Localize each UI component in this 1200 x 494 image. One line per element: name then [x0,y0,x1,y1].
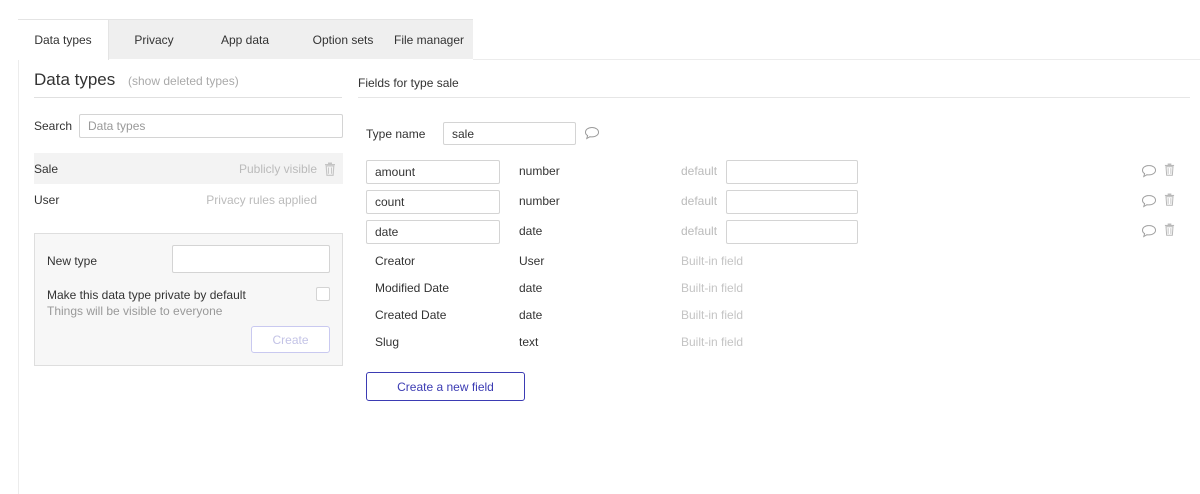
private-by-default-checkbox[interactable] [316,287,330,301]
tab-privacy[interactable]: Privacy [118,20,190,60]
type-name-label: Type name [366,127,426,141]
private-by-default-hint: Things will be visible to everyone [47,304,223,318]
create-type-button[interactable]: Create [251,326,330,353]
data-type-row-sale[interactable]: Sale Publicly visible [34,153,343,184]
comment-icon[interactable] [584,126,600,140]
builtin-field-type: User [519,254,545,268]
create-new-field-button[interactable]: Create a new field [366,372,525,401]
tab-app-data[interactable]: App data [211,20,279,60]
tabs-divider [473,59,1200,60]
field-name-input-count[interactable] [366,190,500,214]
builtin-field-note: Built-in field [681,281,744,295]
field-type: date [519,224,543,238]
builtin-field-name: Modified Date [375,281,450,295]
field-type: number [519,164,560,178]
field-default-label: default [681,164,718,178]
private-by-default-label: Make this data type private by default [47,288,246,302]
field-default-input-amount[interactable] [726,160,858,184]
left-title-divider [34,97,342,98]
field-default-label: default [681,224,718,238]
comment-icon[interactable] [1141,164,1157,178]
tab-option-sets[interactable]: Option sets [300,20,386,60]
builtin-field-name: Creator [375,254,416,268]
type-name-input[interactable] [443,122,576,145]
builtin-field-note: Built-in field [681,335,744,349]
trash-icon[interactable] [1164,193,1175,206]
new-type-label: New type [47,254,98,268]
field-name-input-date[interactable] [366,220,500,244]
builtin-field-type: date [519,281,543,295]
data-types-title: Data types [34,70,116,89]
field-type: number [519,194,560,208]
comment-icon[interactable] [1141,194,1157,208]
field-default-input-count[interactable] [726,190,858,214]
data-type-privacy: Privacy rules applied [206,193,317,207]
trash-icon[interactable] [324,162,336,176]
builtin-field-name: Slug [375,335,400,349]
builtin-field-name: Created Date [375,308,447,322]
tab-file-manager[interactable]: File manager [389,20,469,60]
field-default-input-date[interactable] [726,220,858,244]
fields-title-divider [358,97,1190,98]
search-input[interactable] [79,114,343,138]
builtin-field-note: Built-in field [681,254,744,268]
data-type-privacy: Publicly visible [238,162,317,176]
search-label: Search [34,119,73,133]
tab-data-types[interactable]: Data types [18,20,109,60]
builtin-field-note: Built-in field [681,308,744,322]
field-name-input-amount[interactable] [366,160,500,184]
data-type-row-user[interactable]: User Privacy rules applied [34,184,343,215]
comment-icon[interactable] [1141,224,1157,238]
new-type-input[interactable] [172,245,330,273]
data-type-name: Sale [34,162,59,176]
new-type-panel: New type Make this data type private by … [34,233,343,366]
trash-icon[interactable] [1164,223,1175,236]
tab-bar: Data types Privacy App data Option sets … [18,19,473,60]
trash-icon[interactable] [1164,163,1175,176]
fields-title: Fields for type sale [358,76,459,90]
builtin-field-type: date [519,308,543,322]
data-type-name: User [34,193,60,207]
builtin-field-type: text [519,335,539,349]
show-deleted-types-link[interactable]: (show deleted types) [128,74,239,88]
field-default-label: default [681,194,718,208]
